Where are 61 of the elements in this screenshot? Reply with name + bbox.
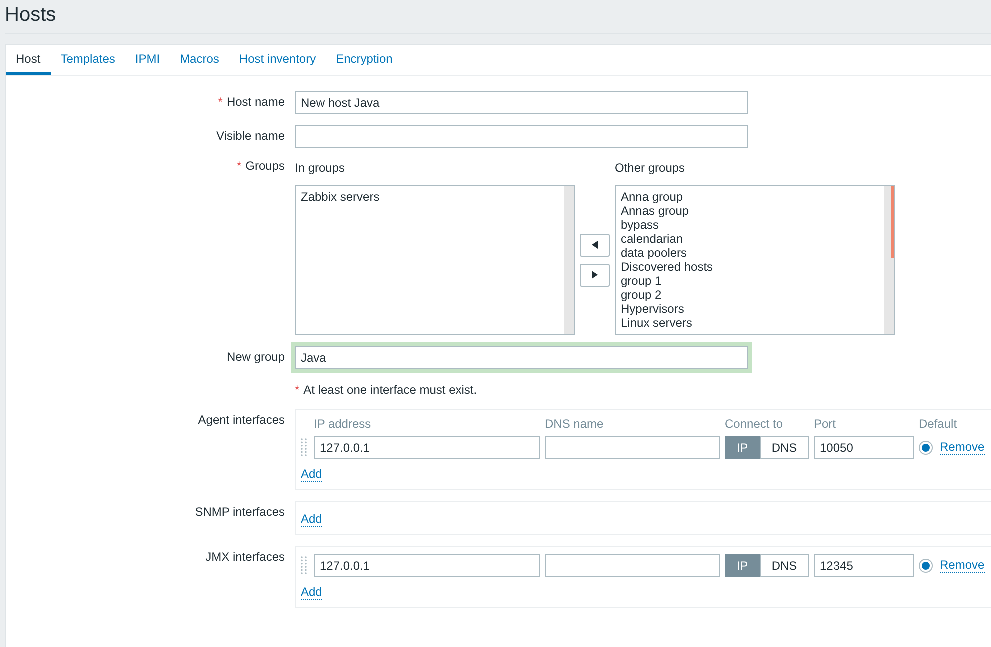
column-header: Connect to [725, 417, 784, 431]
field-label: Visible name [216, 128, 285, 145]
list-item[interactable]: data poolers [621, 246, 879, 260]
field-label: * Groups [236, 159, 285, 173]
field-label: * Host name [217, 94, 285, 111]
tab[interactable]: IPMI [125, 45, 170, 75]
host-name-field[interactable]: New host Java [295, 91, 748, 114]
scrollbar[interactable] [564, 186, 574, 334]
ip-address-field[interactable]: 127.0.0.1 [314, 436, 540, 459]
other-groups-list[interactable]: Anna group Annas group bypass calendarian data poolers Discovered hosts group 1 group 2 Hypervisors Linux servers [615, 185, 895, 335]
list-item[interactable]: Zabbix servers [301, 190, 559, 204]
move-right-button[interactable] [580, 264, 610, 286]
list-item[interactable]: Discovered hosts [621, 260, 879, 274]
new-group-field[interactable]: Java [291, 342, 752, 373]
add-link[interactable]: Add [301, 467, 322, 482]
field-label: JMX interfaces [204, 549, 285, 564]
field-label: SNMP interfaces [194, 504, 285, 519]
column-header: DNS name [545, 417, 605, 431]
list-heading: Other groups [615, 161, 686, 175]
tab[interactable]: Encryption [326, 45, 403, 75]
list-item[interactable]: Hypervisors [621, 302, 879, 316]
list-item[interactable]: Anna group [621, 190, 879, 204]
dns-name-field[interactable] [545, 436, 720, 459]
port-field[interactable]: 10050 [814, 436, 914, 459]
tab[interactable]: Host [6, 45, 51, 75]
field-label: Agent interfaces [197, 412, 285, 427]
connect-to-toggle[interactable]: DNS [760, 436, 809, 459]
list-item[interactable]: group 2 [621, 288, 879, 302]
in-groups-list[interactable]: Zabbix servers [295, 185, 575, 335]
tab[interactable]: Macros [170, 45, 230, 75]
remove-link[interactable]: Remove [940, 440, 985, 455]
list-item[interactable]: Annas group [621, 204, 879, 218]
list-item[interactable]: Linux servers [621, 316, 879, 330]
add-link[interactable]: Add [301, 512, 322, 527]
add-link[interactable]: Add [301, 585, 322, 600]
column-header: Default [919, 417, 958, 431]
move-left-button[interactable] [580, 234, 610, 256]
remove-link[interactable]: Remove [940, 558, 985, 573]
ip-address-field[interactable]: 127.0.0.1 [314, 554, 540, 577]
right-triangle-icon [592, 271, 598, 279]
list-item[interactable]: bypass [621, 218, 879, 232]
drag-handle-icon[interactable] [301, 556, 307, 575]
column-header: IP address [314, 417, 372, 431]
connect-to-toggle[interactable]: DNS [760, 554, 809, 577]
tab[interactable]: Templates [50, 45, 126, 75]
list-item[interactable]: calendarian [621, 232, 879, 246]
visible-name-field[interactable] [295, 125, 748, 148]
dns-name-field[interactable] [545, 554, 720, 577]
field-label: New group [226, 349, 285, 366]
left-triangle-icon [592, 241, 598, 249]
default-radio[interactable] [919, 558, 933, 572]
scrollbar[interactable] [884, 186, 894, 334]
column-header: Port [814, 417, 838, 431]
interface-note: * At least one interface must exist. [295, 382, 478, 398]
page-title: Hosts [5, 3, 56, 28]
default-radio[interactable] [919, 440, 933, 454]
port-field[interactable]: 12345 [814, 554, 914, 577]
list-item[interactable]: group 1 [621, 274, 879, 288]
tab[interactable]: Host inventory [229, 45, 326, 75]
drag-handle-icon[interactable] [301, 438, 307, 457]
list-heading: In groups [295, 161, 346, 175]
